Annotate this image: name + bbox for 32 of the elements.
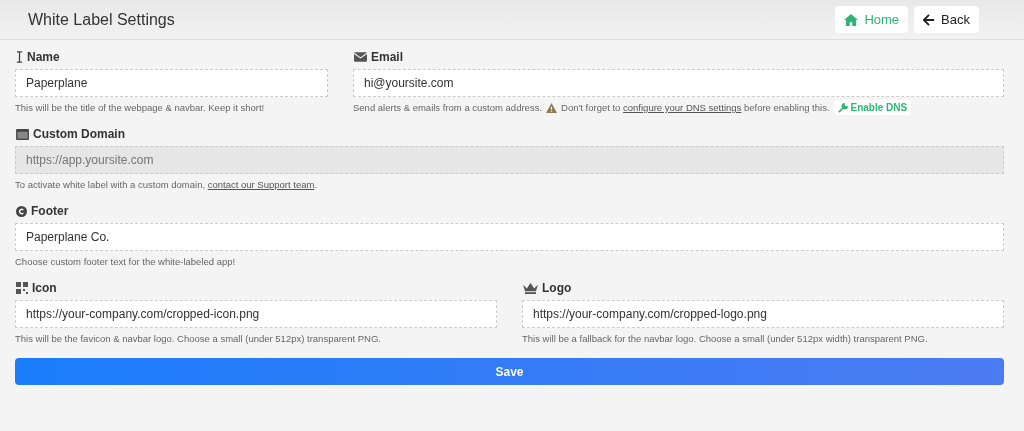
hint-text: This will be a fallback for the navbar logo. Choose a small (under 512px width) transparent PNG. [522, 333, 928, 344]
warning-icon [546, 102, 558, 113]
hint-text: To activate white label with a custom domain, contact our Support team. [15, 179, 318, 190]
hint-text: This will be the favicon & navbar logo. Choose a small (under 512px) transparent PNG. [15, 333, 381, 344]
copyright-icon [16, 205, 27, 217]
field-label: Footer [31, 204, 69, 218]
link[interactable]: configure your DNS settings [623, 102, 742, 113]
hint-text: Don't forget to configure your DNS settings before enabling this. [561, 102, 830, 113]
crown-icon [523, 282, 538, 294]
field-label: Name [27, 50, 60, 64]
field-label: Icon [32, 281, 57, 295]
back-button[interactable]: Back [914, 6, 979, 33]
wrench-icon [837, 102, 848, 113]
arrow-left-icon [923, 13, 936, 26]
input-field[interactable]: Paperplane Co. [15, 223, 1004, 251]
field-label: Logo [542, 281, 572, 295]
home-icon [844, 13, 859, 26]
page-title: White Label Settings [28, 10, 175, 29]
input-field[interactable]: hi@yoursite.com [353, 69, 1004, 97]
field-label: Email [371, 50, 403, 64]
hint-text: This will be the title of the webpage & navbar. Keep it short! [15, 102, 265, 113]
save-button[interactable]: Save [15, 358, 1004, 385]
text-cursor-icon [16, 51, 23, 63]
input-field[interactable]: https://your-company.com/cropped-logo.png [522, 300, 1004, 328]
qrcode-icon [16, 282, 28, 294]
field-label: Custom Domain [33, 127, 125, 141]
window-icon [16, 128, 29, 140]
input-field[interactable]: Paperplane [15, 69, 328, 97]
input-field[interactable]: https://your-company.com/cropped-icon.png [15, 300, 497, 328]
hint-text: Send alerts & emails from a custom address. [353, 102, 543, 113]
envelope-icon [354, 52, 367, 62]
hint-text: Choose custom footer text for the white-labeled app! [15, 256, 236, 267]
